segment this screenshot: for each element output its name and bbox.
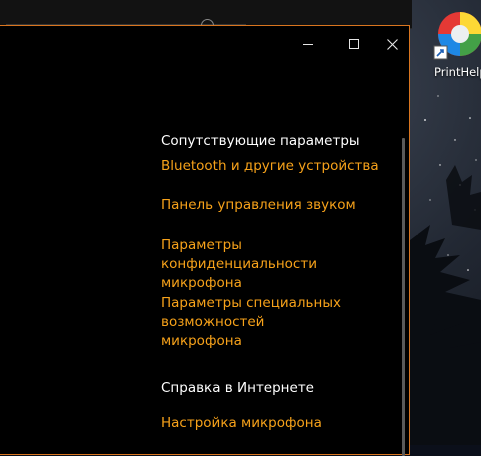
link-microphone-setup[interactable]: Настройка микрофона [161,414,401,433]
close-icon [387,39,398,50]
related-settings-heading: Сопутствующие параметры [161,133,360,149]
desktop-shortcut-label: PrintHelp [434,65,481,79]
settings-window: Сопутствующие параметры Bluetooth и друг… [0,25,410,456]
maximize-button[interactable] [331,26,377,64]
link-microphone-accessibility[interactable]: Параметры специальных возможностей микро… [161,294,346,351]
window-titlebar [0,26,409,64]
link-bluetooth-devices[interactable]: Bluetooth и другие устройства [161,157,401,176]
desktop-shortcut-printhelp[interactable]: PrintHelp [432,8,481,83]
vertical-scrollbar[interactable] [402,138,405,456]
minimize-button[interactable] [285,26,331,64]
close-button[interactable] [377,26,409,64]
web-help-heading: Справка в Интернете [161,380,314,396]
link-microphone-privacy[interactable]: Параметры конфиденциальности микрофона [161,236,393,293]
printhelp-app-icon [433,12,481,60]
link-sound-control-panel[interactable]: Панель управления звуком [161,196,401,215]
